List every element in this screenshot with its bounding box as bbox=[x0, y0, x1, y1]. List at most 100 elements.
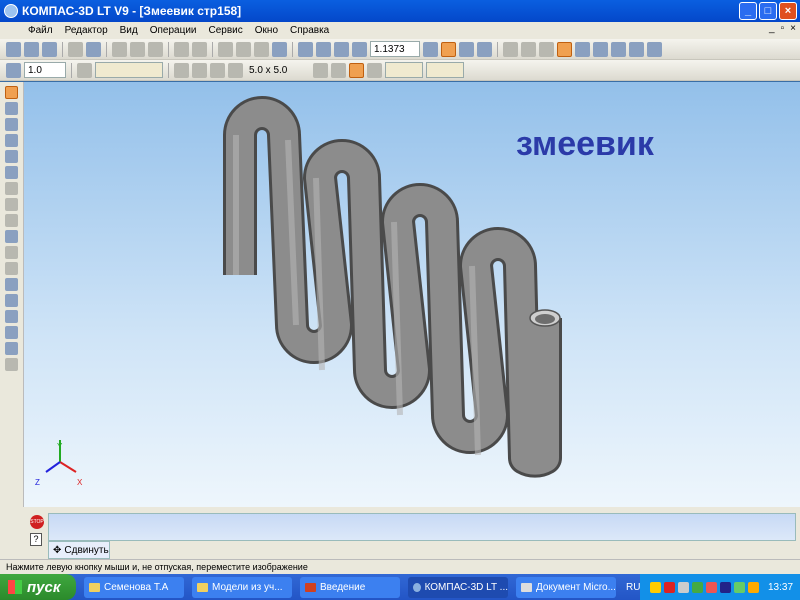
layer-select[interactable] bbox=[95, 62, 163, 78]
wireframe-icon[interactable] bbox=[503, 41, 518, 57]
tool-icon[interactable] bbox=[5, 230, 18, 243]
grid-step-select[interactable]: 5.0 x 5.0 bbox=[246, 62, 310, 78]
preview-icon[interactable] bbox=[86, 41, 101, 57]
tool-icon[interactable] bbox=[5, 86, 18, 99]
snap2-icon[interactable] bbox=[210, 62, 225, 78]
3d-viewport[interactable]: Y X Z змеевик bbox=[24, 82, 800, 507]
zoom-out-icon[interactable] bbox=[334, 41, 349, 57]
thin-lines-icon[interactable] bbox=[539, 41, 554, 57]
tool-icon[interactable] bbox=[5, 294, 18, 307]
zoom-in-icon[interactable] bbox=[316, 41, 331, 57]
hidden-lines-icon[interactable] bbox=[521, 41, 536, 57]
tool-icon[interactable] bbox=[5, 102, 18, 115]
menu-operations[interactable]: Операции bbox=[150, 25, 197, 36]
minimize-button[interactable]: _ bbox=[739, 2, 757, 20]
undo-icon[interactable] bbox=[218, 41, 233, 57]
copy-icon[interactable] bbox=[130, 41, 145, 57]
task-folder-semenova[interactable]: Семенова Т.А bbox=[84, 576, 184, 598]
coord-x-field[interactable] bbox=[385, 62, 423, 78]
tray-app-icon[interactable] bbox=[706, 581, 717, 593]
zoom-scale-icon[interactable] bbox=[352, 41, 367, 57]
tree-icon[interactable] bbox=[611, 41, 626, 57]
tab-pan-label: Сдвинуть bbox=[64, 544, 109, 556]
menu-help[interactable]: Справка bbox=[290, 25, 329, 36]
tray-app-icon[interactable] bbox=[748, 581, 759, 593]
save-icon[interactable] bbox=[42, 41, 57, 57]
help-button[interactable]: ? bbox=[30, 533, 42, 546]
function-icon[interactable] bbox=[254, 41, 269, 57]
tool-icon[interactable] bbox=[5, 358, 18, 371]
task-word-doc[interactable]: Документ Micro... bbox=[516, 576, 616, 598]
coords-icon[interactable] bbox=[367, 62, 382, 78]
tab-pan[interactable]: ✥ Сдвинуть bbox=[48, 541, 110, 559]
task-kompas[interactable]: КОМПАС-3D LT ... bbox=[408, 576, 508, 598]
tray-app-icon[interactable] bbox=[692, 581, 703, 593]
orientation-icon[interactable] bbox=[423, 41, 438, 57]
pan-icon[interactable] bbox=[441, 41, 456, 57]
layer-icon[interactable] bbox=[77, 62, 92, 78]
shield-icon[interactable] bbox=[650, 581, 661, 593]
library-icon[interactable] bbox=[192, 41, 207, 57]
doc-restore-button[interactable]: ▫ bbox=[781, 23, 785, 34]
shaded-edges-icon[interactable] bbox=[575, 41, 590, 57]
cut-icon[interactable] bbox=[112, 41, 127, 57]
context-help-icon[interactable] bbox=[272, 41, 287, 57]
rotate-icon[interactable] bbox=[477, 41, 492, 57]
tray-app-icon[interactable] bbox=[678, 581, 689, 593]
maximize-button[interactable]: □ bbox=[759, 2, 777, 20]
task-folder-models[interactable]: Модели из уч... bbox=[192, 576, 292, 598]
close-button[interactable]: × bbox=[779, 2, 797, 20]
paste-icon[interactable] bbox=[148, 41, 163, 57]
shaded-icon[interactable] bbox=[557, 41, 572, 57]
dynamic-snap-icon[interactable] bbox=[349, 62, 364, 78]
tool-icon[interactable] bbox=[5, 198, 18, 211]
zoom-fit-icon[interactable] bbox=[459, 41, 474, 57]
menu-editor[interactable]: Редактор bbox=[65, 25, 108, 36]
menu-file[interactable]: Файл bbox=[28, 25, 53, 36]
coord-y-field[interactable] bbox=[426, 62, 464, 78]
start-button[interactable]: пуск bbox=[0, 574, 76, 600]
menu-service[interactable]: Сервис bbox=[209, 25, 243, 36]
tools-icon[interactable] bbox=[629, 41, 644, 57]
zoom-input[interactable]: 1.1373 bbox=[370, 41, 420, 57]
zoom-window-icon[interactable] bbox=[298, 41, 313, 57]
task-intro[interactable]: Введение bbox=[300, 576, 400, 598]
tray-app-icon[interactable] bbox=[720, 581, 731, 593]
tool-icon[interactable] bbox=[5, 246, 18, 259]
tool-icon[interactable] bbox=[5, 278, 18, 291]
antivirus-icon[interactable] bbox=[664, 581, 675, 593]
grid-icon[interactable] bbox=[228, 62, 243, 78]
open-icon[interactable] bbox=[24, 41, 39, 57]
print-icon[interactable] bbox=[68, 41, 83, 57]
display-icon[interactable] bbox=[647, 41, 662, 57]
tool-icon[interactable] bbox=[5, 326, 18, 339]
properties-icon[interactable] bbox=[174, 41, 189, 57]
snap-icon[interactable] bbox=[192, 62, 207, 78]
stop-button[interactable]: STOP bbox=[30, 515, 44, 529]
tool-icon[interactable] bbox=[5, 262, 18, 275]
doc-close-button[interactable]: × bbox=[790, 23, 796, 34]
perspective-icon[interactable] bbox=[593, 41, 608, 57]
axis-y-label: Y bbox=[57, 442, 63, 451]
tool-icon[interactable] bbox=[5, 134, 18, 147]
tool-icon[interactable] bbox=[5, 214, 18, 227]
powerpoint-icon bbox=[305, 582, 316, 592]
tool-icon[interactable] bbox=[5, 182, 18, 195]
new-file-icon[interactable] bbox=[6, 41, 21, 57]
network-icon[interactable] bbox=[734, 581, 745, 593]
tool-icon[interactable] bbox=[5, 118, 18, 131]
tool-icon[interactable] bbox=[5, 150, 18, 163]
step-input[interactable]: 1.0 bbox=[24, 62, 66, 78]
menu-view[interactable]: Вид bbox=[120, 25, 138, 36]
menu-window[interactable]: Окно bbox=[255, 25, 278, 36]
tool-icon[interactable] bbox=[5, 342, 18, 355]
tool-icon[interactable] bbox=[5, 310, 18, 323]
language-indicator[interactable]: RU bbox=[626, 582, 640, 593]
tool-icon[interactable] bbox=[5, 166, 18, 179]
local-cs-icon[interactable] bbox=[174, 62, 189, 78]
redo-icon[interactable] bbox=[236, 41, 251, 57]
ortho-icon[interactable] bbox=[313, 62, 328, 78]
axis-x-label: X bbox=[77, 478, 83, 487]
doc-minimize-button[interactable]: _ bbox=[769, 23, 775, 34]
round-icon[interactable] bbox=[331, 62, 346, 78]
